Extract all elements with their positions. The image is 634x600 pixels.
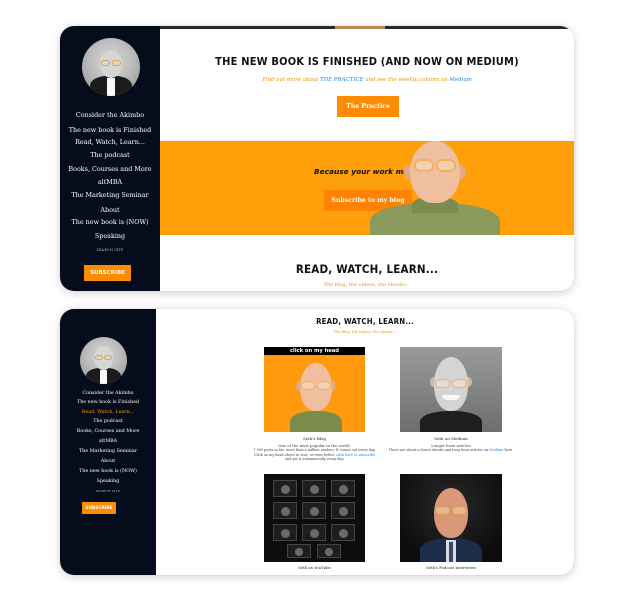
subscribe-button[interactable]: SUBSCRIBE xyxy=(84,265,131,281)
nav-item-new-book-now[interactable]: The new book is (NOW) xyxy=(60,218,160,226)
medium-caption: Seth on Medium xyxy=(434,436,468,441)
top-strip-photo xyxy=(335,26,385,29)
photo-glasses-right xyxy=(452,379,467,388)
the-practice-button[interactable]: The Practice xyxy=(337,96,399,117)
video-thumb-5 xyxy=(302,502,326,519)
nav-item-marketing-seminar[interactable]: The Marketing Seminar xyxy=(60,191,160,199)
photo-glasses-left xyxy=(435,506,450,515)
video-thumb-4 xyxy=(273,502,297,519)
avatar-glasses-left xyxy=(101,60,110,66)
medium-desc-line2: There are about a dozen ebooks and long … xyxy=(388,448,489,453)
medium-tile[interactable] xyxy=(400,347,502,432)
nav-item-new-book-now[interactable]: The new book is (NOW) xyxy=(60,469,156,474)
nav-item-altmba[interactable]: altMBA xyxy=(60,439,156,444)
nav-item-read-watch-learn[interactable]: Read, Watch, Learn... xyxy=(60,410,156,415)
avatar-shirt xyxy=(100,370,107,384)
nav-search-link[interactable]: SEARCH SITE xyxy=(60,489,156,493)
medium-link[interactable]: Medium xyxy=(449,77,471,83)
avatar-glasses-right xyxy=(104,355,112,360)
photo-glasses-right xyxy=(317,381,331,390)
section-title: READ, WATCH, LEARN... xyxy=(295,262,439,276)
video-thumb-2 xyxy=(302,480,326,497)
nav-item-akimbo[interactable]: Consider the Akimbo xyxy=(60,391,156,396)
page-subtitle: The blog, the videos, the ebooks... xyxy=(333,330,397,334)
nav-item-speaking[interactable]: Speaking xyxy=(60,479,156,484)
click-on-my-head-banner: click on my head xyxy=(264,347,365,355)
podcast-tile[interactable] xyxy=(400,474,502,562)
youtube-caption: Seth on YouTube xyxy=(298,565,331,570)
subscribe-button[interactable]: SUBSCRIBE xyxy=(82,502,116,514)
main-content: READ, WATCH, LEARN... The blog, the vide… xyxy=(156,309,574,575)
nav-item-speaking[interactable]: Speaking xyxy=(60,232,160,240)
seth-medium-photo xyxy=(420,353,482,432)
medium-desc-body: There are about a dozen ebooks and long … xyxy=(388,448,514,453)
nav-item-altmba[interactable]: altMBA xyxy=(60,178,160,186)
nav-item-podcast[interactable]: The podcast xyxy=(60,419,156,424)
video-thumb-8 xyxy=(302,524,326,541)
video-thumb-6 xyxy=(331,502,355,519)
nav-item-books-courses[interactable]: Books, Courses and More xyxy=(60,165,160,173)
screenshot-card-bottom: Consider the Akimbo The new book is Fini… xyxy=(60,309,574,575)
page-subtitle: Find out more about THE PRACTICE and see… xyxy=(160,77,574,83)
sidebar: Consider the Akimbo The new book is Fini… xyxy=(60,309,156,575)
screenshot-card-top: Consider the Akimbo The new book is Fini… xyxy=(60,26,574,291)
photo-smile xyxy=(442,395,460,400)
nav-item-new-book[interactable]: The new book is Finished xyxy=(60,400,156,405)
nav-search-link[interactable]: SEARCH SITE xyxy=(60,248,160,252)
nav-item-about[interactable]: About xyxy=(60,206,160,214)
photo-glasses-left xyxy=(301,381,315,390)
avatar-glasses-right xyxy=(112,60,121,66)
subscribe-banner: Because your work matters. Subscribe to … xyxy=(160,141,574,235)
medium-desc-line3: here. xyxy=(504,448,514,453)
blog-caption: Seth's Blog xyxy=(303,436,326,441)
page-title: READ, WATCH, LEARN... xyxy=(316,317,414,326)
seth-podcast-photo xyxy=(420,482,482,562)
seth-blog-photo xyxy=(286,359,346,432)
nav-item-read-watch-learn[interactable]: Read, Watch, Learn... xyxy=(60,138,160,146)
photo-jacket xyxy=(420,411,482,432)
video-thumb-11 xyxy=(317,544,341,558)
seth-portrait-photo xyxy=(370,141,500,235)
subtitle-middle: and see the weekly column on xyxy=(363,77,450,83)
youtube-tile[interactable] xyxy=(264,474,365,562)
subtitle-prefix: Find out more about xyxy=(262,77,320,83)
photo-glasses-left xyxy=(435,379,450,388)
portrait-face xyxy=(410,141,460,203)
podcast-caption: Seth's Podcast Interviews xyxy=(426,565,476,570)
photo-glasses-right xyxy=(452,506,467,515)
avatar-glasses-left xyxy=(95,355,103,360)
nav-item-books-courses[interactable]: Books, Courses and More xyxy=(60,429,156,434)
video-thumb-1 xyxy=(273,480,297,497)
sidebar: Consider the Akimbo The new book is Fini… xyxy=(60,26,160,291)
the-practice-link[interactable]: THE PRACTICE xyxy=(320,77,363,83)
portrait-glasses-right xyxy=(436,159,456,172)
photo-tie xyxy=(449,542,453,562)
section-subtitle: The blog, the videos, the ebooks... xyxy=(323,282,411,288)
video-thumb-3 xyxy=(331,480,355,497)
nav-item-about[interactable]: About xyxy=(60,459,156,464)
medium-description: Longer form articles There are about a d… xyxy=(388,443,514,453)
author-avatar[interactable] xyxy=(80,337,127,384)
nav-item-new-book[interactable]: The new book is Finished xyxy=(60,126,160,134)
video-thumb-10 xyxy=(287,544,311,558)
main-content: THE NEW BOOK IS FINISHED (AND NOW ON MED… xyxy=(160,26,574,291)
nav-item-podcast[interactable]: The podcast xyxy=(60,151,160,159)
medium-link[interactable]: Medium xyxy=(489,448,503,452)
avatar-shirt xyxy=(107,78,115,96)
blog-tile[interactable]: click on my head xyxy=(264,347,365,432)
blog-desc-line3: and get it automatically every day. xyxy=(284,457,345,462)
author-avatar[interactable] xyxy=(82,38,140,96)
nav-item-akimbo[interactable]: Consider the Akimbo xyxy=(60,111,160,119)
portrait-glasses-left xyxy=(414,159,434,172)
nav-item-marketing-seminar[interactable]: The Marketing Seminar xyxy=(60,449,156,454)
page-title: THE NEW BOOK IS FINISHED (AND NOW ON MED… xyxy=(215,55,519,68)
subscribe-link[interactable]: click here to subscribe xyxy=(336,453,375,457)
video-thumb-9 xyxy=(331,524,355,541)
video-thumb-7 xyxy=(273,524,297,541)
blog-desc-body: 7,000 posts so far, more than a million … xyxy=(252,448,377,462)
blog-description: One of the most popular in the world. 7,… xyxy=(252,443,377,462)
photo-shirt xyxy=(290,411,342,432)
